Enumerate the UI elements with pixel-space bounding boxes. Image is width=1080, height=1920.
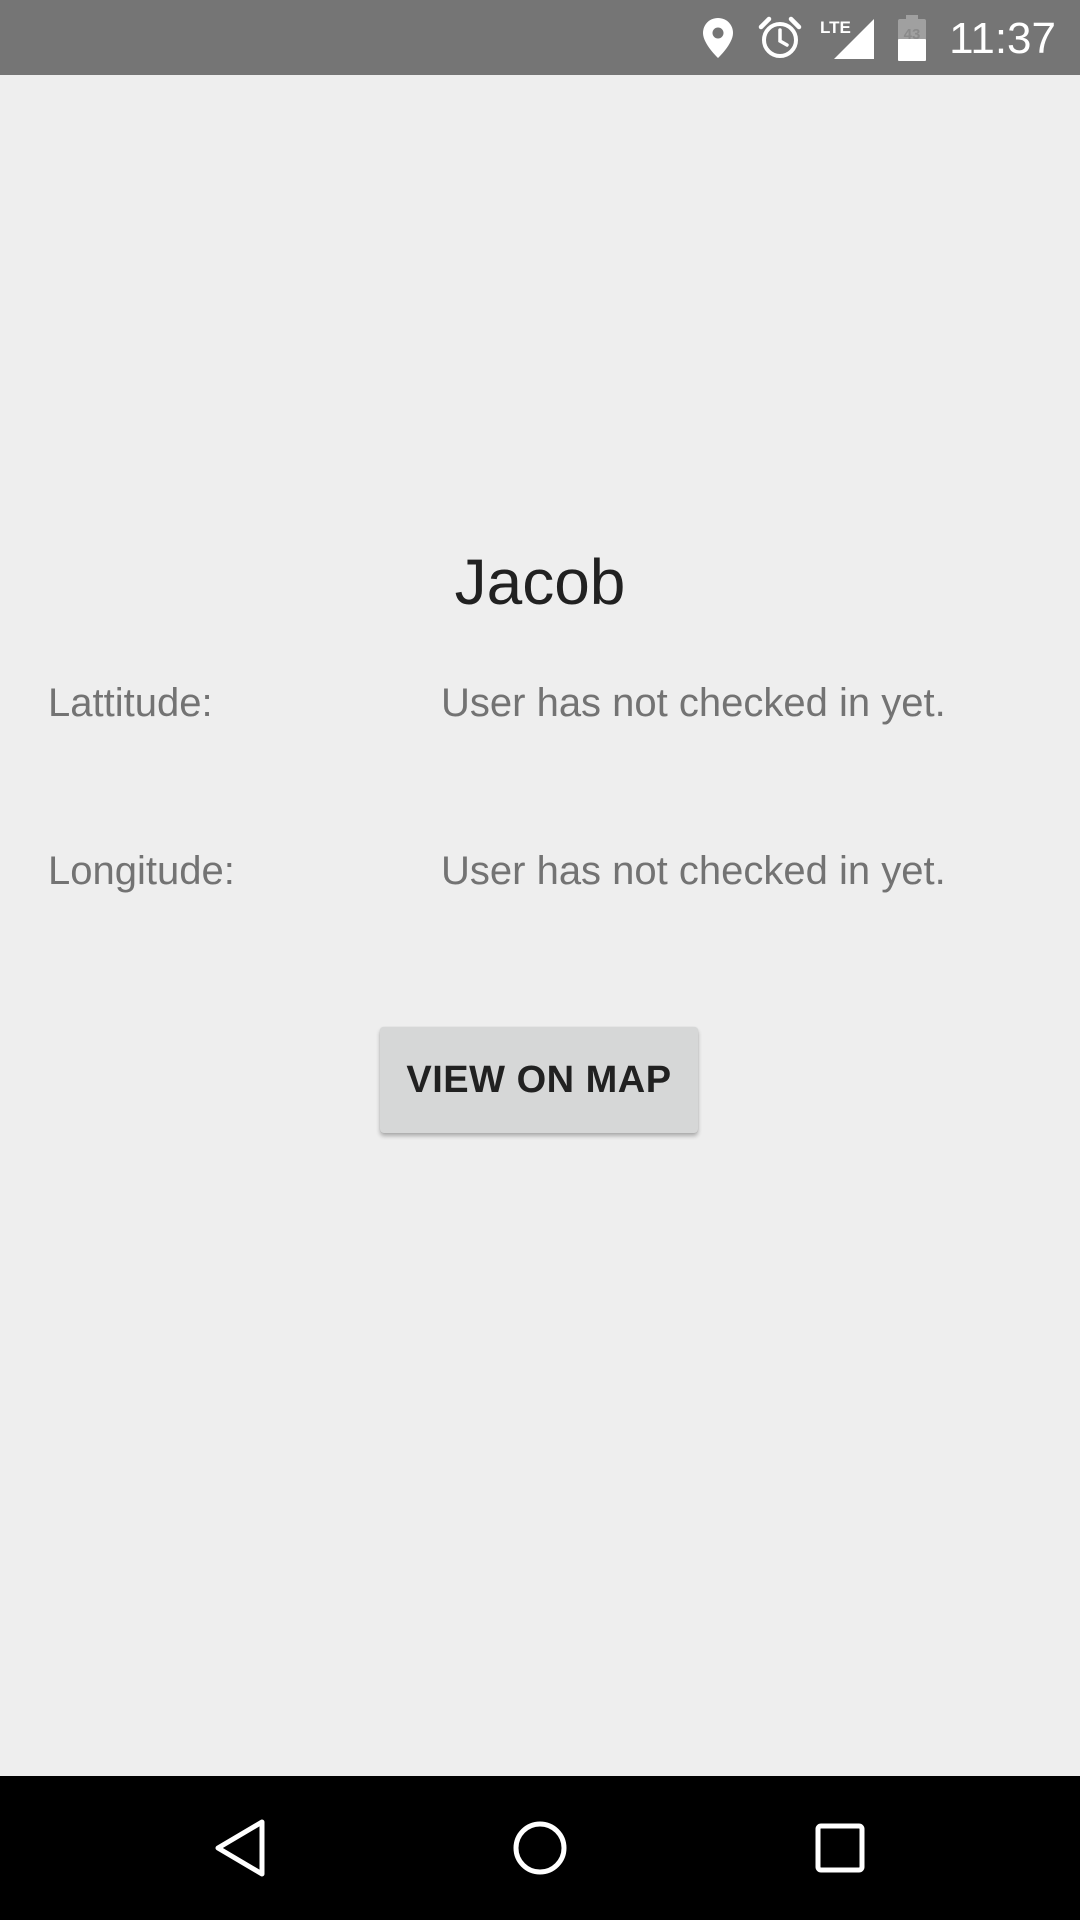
back-icon[interactable] xyxy=(160,1776,320,1920)
navigation-bar xyxy=(0,1776,1080,1920)
alarm-icon xyxy=(756,0,804,75)
longitude-value: User has not checked in yet. xyxy=(441,849,946,893)
screen: LTE 43 11:37 Jacob Lattitude: User has n… xyxy=(0,0,1080,1920)
view-on-map-button[interactable]: VIEW ON MAP xyxy=(380,1027,698,1133)
status-bar: LTE 43 11:37 xyxy=(0,0,1080,75)
latitude-label: Lattitude: xyxy=(48,681,213,725)
network-type-label: LTE xyxy=(820,18,851,37)
signal-icon: LTE xyxy=(818,0,876,75)
contact-name: Jacob xyxy=(454,546,626,618)
latitude-value: User has not checked in yet. xyxy=(441,681,946,725)
status-time: 11:37 xyxy=(949,14,1056,63)
longitude-label: Longitude: xyxy=(48,849,235,893)
battery-level-label: 43 xyxy=(903,26,921,43)
location-icon xyxy=(697,0,739,75)
home-icon[interactable] xyxy=(460,1776,620,1920)
recents-icon[interactable] xyxy=(760,1776,920,1920)
